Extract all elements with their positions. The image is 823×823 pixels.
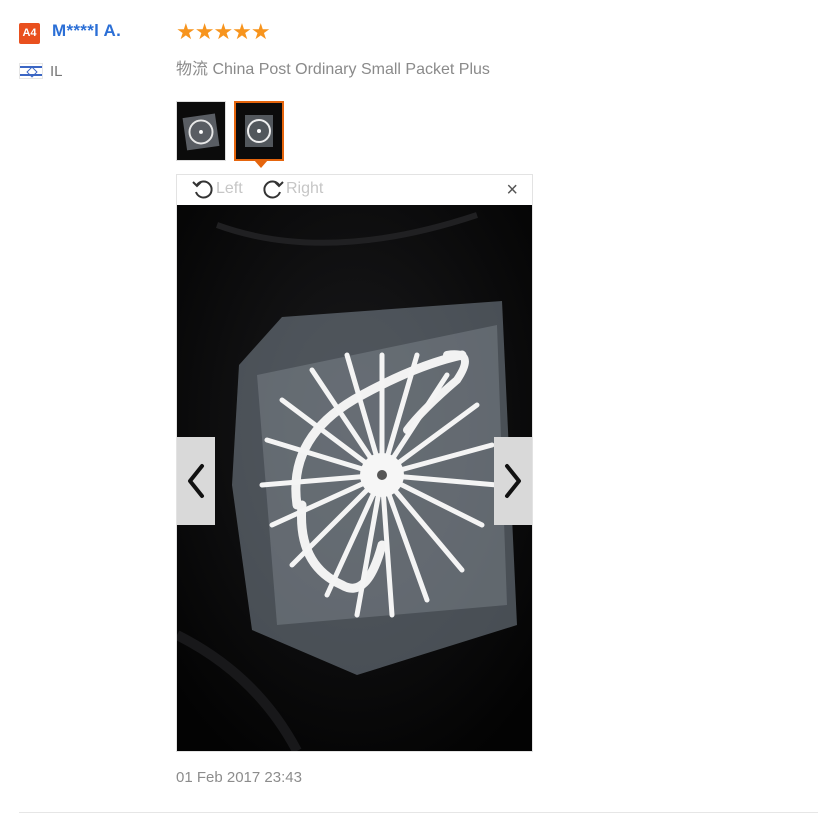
chevron-left-icon [188, 464, 204, 498]
rotate-right-icon [263, 180, 284, 199]
photo-viewer: Left Right × [176, 174, 533, 752]
review-photo [177, 205, 532, 751]
rotate-right-label: Right [286, 180, 324, 197]
israel-flag-icon [19, 63, 43, 79]
reviewer-name[interactable]: M****l A. [52, 21, 121, 41]
review-photo-thumbnail-2[interactable] [234, 101, 284, 161]
rotate-left-label: Left [216, 180, 243, 197]
selected-thumbnail-pointer [254, 160, 268, 168]
chevron-right-icon [505, 464, 521, 498]
close-icon[interactable]: × [506, 180, 518, 200]
divider [19, 812, 818, 813]
star-rating: ★★★★★ [176, 19, 271, 44]
next-photo-button[interactable] [494, 437, 532, 525]
thumbnail-image [236, 103, 282, 159]
previous-photo-button[interactable] [177, 437, 215, 525]
reviewer-country: IL [50, 63, 63, 80]
shipping-method: 物流 China Post Ordinary Small Packet Plus [176, 61, 490, 78]
product-photo-image [177, 205, 532, 751]
rotate-left-button[interactable]: Left [191, 177, 243, 201]
reviewer-level-badge: A4 [19, 23, 40, 44]
review-date: 01 Feb 2017 23:43 [176, 769, 302, 786]
viewer-toolbar: Left Right × [177, 175, 532, 205]
rotate-left-icon [192, 180, 213, 199]
review-photo-thumbnail-1[interactable] [176, 101, 226, 161]
thumbnail-image [177, 102, 225, 160]
rotate-right-button[interactable]: Right [261, 177, 323, 201]
